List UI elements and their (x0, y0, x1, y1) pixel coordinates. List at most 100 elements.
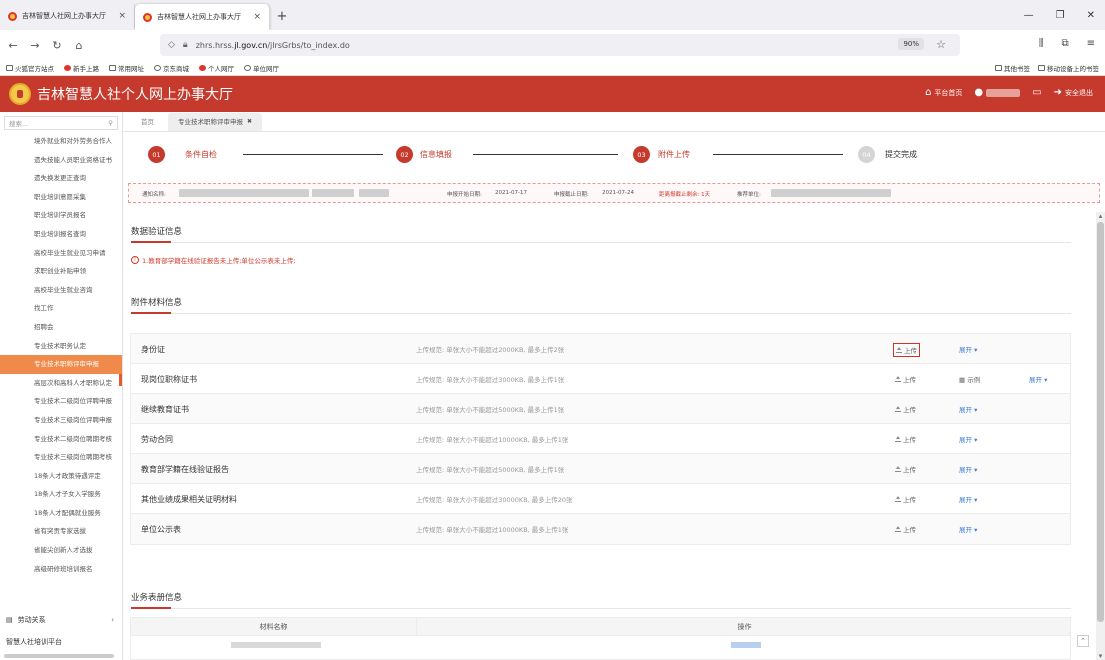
folder-icon (109, 64, 116, 71)
bookmark-star-icon[interactable]: ☆ (936, 38, 946, 51)
upload-button[interactable]: 上传 (893, 493, 918, 505)
logout-button[interactable]: ➜ 安全退出 (1054, 87, 1093, 98)
chevron-down-icon: ▾ (972, 496, 978, 504)
scroll-up-icon[interactable]: ▴ (1096, 212, 1105, 220)
extensions-icon[interactable]: ⧉ (1061, 38, 1068, 49)
sidebar-item[interactable]: 专业技术二级岗位聘期考核 (0, 430, 122, 449)
sidebar-item[interactable]: 职业培训报名查询 (0, 225, 122, 244)
search-icon[interactable]: ⚲ (108, 119, 113, 127)
expand-button[interactable]: 展开 ▾ (1029, 374, 1047, 384)
notice-name-redacted (312, 189, 354, 197)
sidebar-item[interactable]: 专业技术职称评审申报 (0, 355, 122, 374)
bookmark-item[interactable]: 单位网厅 (244, 63, 279, 73)
close-circle-icon[interactable]: ✖ (247, 118, 252, 125)
home-icon[interactable]: ⌂ (70, 39, 88, 52)
sidebar-item-training-platform[interactable]: 智慧人社培训平台 (0, 634, 122, 650)
upload-button[interactable]: 上传 (893, 403, 918, 415)
close-tab-icon[interactable]: × (253, 12, 261, 22)
table-row: 身份证 上传规范: 单张大小不能超过2000KB, 最多上传2张 上传 展开 ▾ (131, 334, 1070, 364)
expand-button[interactable]: 展开 ▾ (959, 344, 977, 354)
sidebar-item[interactable]: 高校毕业生就业见习申请 (0, 244, 122, 263)
breadcrumb-home[interactable]: 首页 (133, 116, 162, 131)
expand-label: 展开 (959, 496, 972, 504)
sidebar-item[interactable]: 18条人才子女入学服务 (0, 485, 122, 504)
close-tab-icon[interactable]: × (118, 11, 126, 21)
message-button[interactable]: ▭ (1032, 87, 1041, 98)
menu-icon[interactable]: ≡ (1087, 38, 1095, 49)
bookmark-item[interactable]: 移动设备上的书签 (1038, 63, 1099, 73)
maximize-icon[interactable]: ❐ (1056, 10, 1065, 21)
section-accent (131, 607, 171, 609)
sidebar-group-labor[interactable]: ▤ 劳动关系 › (0, 611, 122, 629)
start-date-label: 申报开始日期: (447, 192, 482, 198)
bookmark-item[interactable]: 常用网址 (109, 63, 144, 73)
warning-icon: ! (131, 256, 139, 264)
sidebar-item[interactable]: 专业技术三级岗位聘期考核 (0, 448, 122, 467)
bookmark-item[interactable]: 京东商城 (154, 63, 189, 73)
forward-icon[interactable]: → (26, 39, 44, 52)
start-date: 2021-07-17 (495, 190, 527, 196)
sidebar-group-label: 劳动关系 (17, 616, 46, 624)
sidebar-item[interactable]: 高层次和高科人才职称认定 (0, 374, 122, 393)
back-to-top-button[interactable]: ⌃ (1077, 635, 1089, 647)
sidebar-scrollbar[interactable] (4, 654, 114, 658)
sidebar-item[interactable]: 专业技术职务认定 (0, 337, 122, 356)
upload-button[interactable]: 上传 (893, 523, 918, 535)
bookmark-item[interactable]: 其他书签 (995, 63, 1030, 73)
sidebar-item[interactable]: 遗失换发更正查询 (0, 169, 122, 188)
sidebar-item[interactable]: 招聘会 (0, 318, 122, 337)
browser-tab-1[interactable]: 吉林智慧人社网上办事大厅 × (0, 4, 135, 28)
step-2-label: 信息填报 (420, 150, 452, 159)
sidebar-item[interactable]: 专业技术二级岗位评聘申报 (0, 392, 122, 411)
sidebar-item[interactable]: 职业培训学员报名 (0, 206, 122, 225)
operation-links[interactable] (731, 642, 761, 648)
content-scrollbar[interactable]: ▴ ▾ (1096, 212, 1105, 660)
close-window-icon[interactable]: ✕ (1087, 10, 1095, 21)
sidebar-item[interactable]: 求职创业补贴申领 (0, 262, 122, 281)
upload-rule: 上传规范: 单张大小不能超过10000KB, 最多上传1张 (416, 526, 569, 534)
platform-home-link[interactable]: ⌂ 平台首页 (925, 87, 962, 98)
search-placeholder: 搜索... (9, 120, 29, 128)
expand-button[interactable]: 展开 ▾ (959, 404, 977, 414)
tab-title-review[interactable]: 专业技术职称评审申报 ✖ (168, 113, 263, 131)
sidebar-item[interactable]: 18条人才政策待遇评定 (0, 467, 122, 486)
back-icon[interactable]: ← (4, 39, 22, 52)
sidebar-item[interactable]: 18条人才配偶就业服务 (0, 504, 122, 523)
bookmark-item[interactable]: 个人网厅 (199, 63, 234, 73)
zoom-level[interactable]: 90% (898, 38, 924, 50)
library-icon[interactable]: ⫼ (1039, 38, 1044, 49)
expand-button[interactable]: 展开 ▾ (959, 434, 977, 444)
reload-icon[interactable]: ↻ (48, 39, 66, 52)
address-bar[interactable]: ◇ 🔒︎ zhrs.hrss.jl.gov.cn/jlrsGrbs/to_ind… (160, 34, 960, 56)
new-tab-button[interactable]: + (270, 4, 294, 28)
sidebar-item[interactable]: 省能尖创新人才选拔 (0, 541, 122, 560)
upload-button[interactable]: 上传 (893, 433, 918, 445)
bookmark-item[interactable]: 新手上路 (64, 63, 99, 73)
sidebar-item[interactable]: 高校毕业生就业咨询 (0, 281, 122, 300)
globe-icon (244, 64, 251, 71)
expand-button[interactable]: 展开 ▾ (959, 464, 977, 474)
column-header-operation: 操作 (416, 618, 1072, 636)
expand-button[interactable]: 展开 ▾ (959, 494, 977, 504)
bookmark-item[interactable]: 火狐官方站点 (6, 63, 54, 73)
sidebar-item[interactable]: 找工作 (0, 299, 122, 318)
expand-button[interactable]: 展开 ▾ (959, 524, 977, 534)
sidebar-item[interactable]: 境外就业和对外劳务合作人 (0, 132, 122, 151)
sidebar-item[interactable]: 专业技术三级岗位评聘申报 (0, 411, 122, 430)
step-1-label: 条件自检 (185, 150, 217, 159)
upload-button[interactable]: 上传 (893, 343, 920, 357)
sidebar-item[interactable]: 高级研修班培训报名 (0, 560, 122, 579)
scrollbar-thumb[interactable] (1097, 222, 1104, 622)
sidebar-item[interactable]: 职业培训意愿采集 (0, 188, 122, 207)
sidebar-search-input[interactable]: 搜索... ⚲ (4, 116, 118, 130)
browser-tab-2[interactable]: 吉林智慧人社网上办事大厅 × (135, 4, 270, 30)
scroll-down-icon[interactable]: ▾ (1096, 652, 1105, 660)
upload-button[interactable]: 上传 (893, 463, 918, 475)
sidebar-item[interactable]: 省有突贡专家选拔 (0, 522, 122, 541)
example-button[interactable]: ▦ 示例 (959, 374, 980, 384)
unit-name-redacted (771, 189, 891, 197)
sidebar-item[interactable]: 遗失技能人员职业资格证书 (0, 151, 122, 170)
minimize-icon[interactable]: — (1024, 10, 1034, 21)
user-menu[interactable]: ● (974, 87, 1021, 98)
upload-button[interactable]: 上传 (893, 373, 918, 385)
